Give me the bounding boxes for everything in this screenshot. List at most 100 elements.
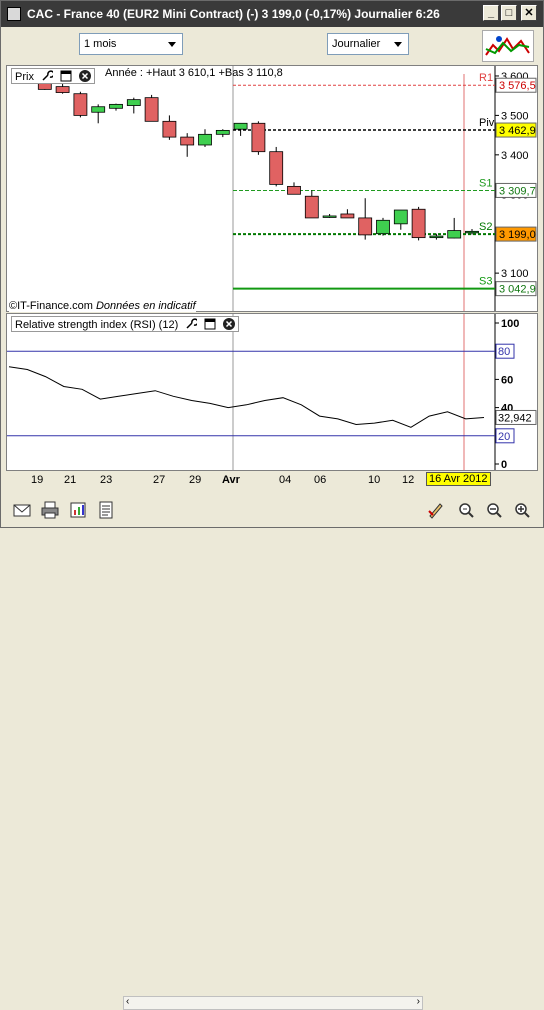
close-icon[interactable]	[223, 318, 236, 330]
pivot-name-piv: Piv	[479, 117, 495, 129]
pivot-name-s1: S1	[479, 177, 492, 189]
candle-body	[447, 230, 462, 239]
scroll-right-arrow-icon[interactable]: ›	[417, 996, 420, 1007]
app-window: CAC - France 40 (EUR2 Mini Contract) (-)…	[0, 0, 544, 1010]
annual-range: Année : +Haut 3 610,1 +Bas 3 110,8	[105, 67, 283, 79]
credit-note: Données en indicatif	[95, 300, 196, 312]
candle-body	[55, 86, 70, 93]
title-bar: CAC - France 40 (EUR2 Mini Contract) (-)…	[1, 1, 543, 27]
x-tick-label: 21	[64, 474, 77, 486]
x-tick-label: 23	[100, 474, 113, 486]
credit-text: ©IT-Finance.com Données en indicatif	[9, 300, 196, 312]
candle-body	[358, 217, 373, 236]
maximize-button[interactable]: □	[501, 5, 517, 21]
period-select-value: 1 mois	[84, 38, 117, 50]
candle-body	[180, 136, 195, 146]
candle-body	[376, 219, 390, 235]
window-icon[interactable]	[204, 318, 216, 330]
rsi-chart: 10060400802032,942	[7, 314, 537, 471]
x-tick-label: 29	[189, 474, 202, 486]
pivot-value-label: 3 199,0	[499, 229, 536, 241]
pivot-value-label: 3 576,5	[499, 80, 536, 92]
candle-body	[429, 235, 444, 239]
price-chart: 3 6003 5003 4003 3003 2003 100R13 576,5P…	[20, 66, 537, 311]
rsi-panel-header: Relative strength index (RSI) (12)	[11, 316, 240, 332]
minimize-button[interactable]: _	[483, 5, 499, 21]
candle-body	[91, 106, 106, 113]
close-button[interactable]: ✕	[521, 5, 537, 21]
candle-body	[109, 103, 123, 109]
bottom-toolbar: ‹ ›	[1, 495, 543, 1010]
window-icon[interactable]	[60, 70, 72, 82]
zoom-in-icon[interactable]	[513, 501, 531, 519]
candle-body	[340, 213, 355, 219]
close-icon[interactable]	[79, 70, 92, 82]
chart-settings-icon[interactable]	[482, 30, 534, 62]
price-y-tick-label: 3 500	[501, 110, 529, 122]
zoom-out-icon[interactable]	[485, 501, 503, 519]
rsi-y-tick-label: 60	[501, 374, 513, 386]
rsi-panel: 100 60 40 0 80 20 32,942 Relative strength ind…	[6, 313, 538, 471]
price-panel-label: Prix	[15, 71, 34, 83]
candle-body	[73, 93, 88, 116]
pivot-value-label: 3 462,9	[499, 125, 536, 137]
candle-body	[144, 97, 159, 122]
price-y-tick-label: 3 100	[501, 268, 529, 280]
price-panel-header: Prix	[11, 68, 96, 84]
rsi-band-label: 20	[498, 431, 510, 443]
candle-body	[215, 129, 230, 135]
wrench-icon[interactable]	[185, 318, 199, 330]
pivot-value-label: 3 042,9	[499, 284, 536, 296]
zoom-fit-icon[interactable]	[457, 501, 475, 519]
x-tick-label: Avr	[222, 474, 240, 486]
candle-body	[233, 122, 248, 130]
export-icon[interactable]	[69, 501, 87, 519]
candle-body	[411, 208, 426, 239]
candle-body	[304, 195, 319, 219]
x-tick-label: 19	[31, 474, 44, 486]
pivot-name-s3: S3	[479, 276, 492, 288]
x-tick-label: 10	[368, 474, 381, 486]
x-tick-label: 04	[279, 474, 292, 486]
notes-icon[interactable]	[97, 501, 115, 519]
chevron-down-icon	[394, 42, 402, 47]
candle-body	[287, 185, 301, 195]
x-tick-label: 12	[402, 474, 415, 486]
candle-body	[126, 99, 141, 106]
period-select[interactable]: 1 mois	[79, 33, 183, 55]
candle-body	[393, 209, 408, 225]
interval-select[interactable]: Journalier	[327, 33, 409, 55]
pivot-name-s2: S2	[479, 221, 492, 233]
candle-body	[162, 120, 177, 138]
current-date-label: 16 Avr 2012	[426, 472, 491, 486]
rsi-y-tick-label: 0	[501, 459, 507, 471]
x-axis: 19 21 23 27 29 Avr 04 06 10 12 16 Avr 20…	[6, 471, 494, 489]
wrench-icon[interactable]	[41, 70, 55, 82]
rsi-last-value: 32,942	[498, 412, 532, 424]
pivot-name-r1: R1	[479, 72, 493, 84]
x-tick-label: 27	[153, 474, 166, 486]
interval-select-value: Journalier	[332, 38, 381, 50]
candle-body	[198, 133, 212, 146]
candle-body	[269, 151, 284, 185]
email-icon[interactable]	[13, 501, 31, 519]
x-tick-label: 06	[314, 474, 327, 486]
app-icon	[7, 7, 21, 21]
toolbar: 1 mois Journalier	[1, 27, 543, 63]
horizontal-scrollbar[interactable]: ‹ ›	[123, 996, 423, 1010]
print-icon[interactable]	[41, 501, 59, 519]
price-y-tick-label: 3 400	[501, 150, 529, 162]
candle-body	[322, 215, 337, 218]
pivot-value-label: 3 309,7	[499, 185, 536, 197]
rsi-y-tick-label: 100	[501, 318, 519, 330]
credit-source: ©IT-Finance.com	[9, 300, 93, 312]
rsi-panel-label: Relative strength index (RSI) (12)	[15, 319, 179, 331]
candle-body	[251, 122, 266, 153]
candle-body	[465, 230, 479, 234]
chevron-down-icon	[168, 42, 176, 47]
rsi-band-label: 80	[498, 346, 510, 358]
price-panel: 3 6003 5003 4003 3003 2003 100R13 576,5P…	[6, 65, 538, 312]
draw-tool-icon[interactable]	[427, 501, 445, 519]
rsi-line	[8, 366, 485, 428]
scroll-left-arrow-icon[interactable]: ‹	[126, 996, 129, 1007]
